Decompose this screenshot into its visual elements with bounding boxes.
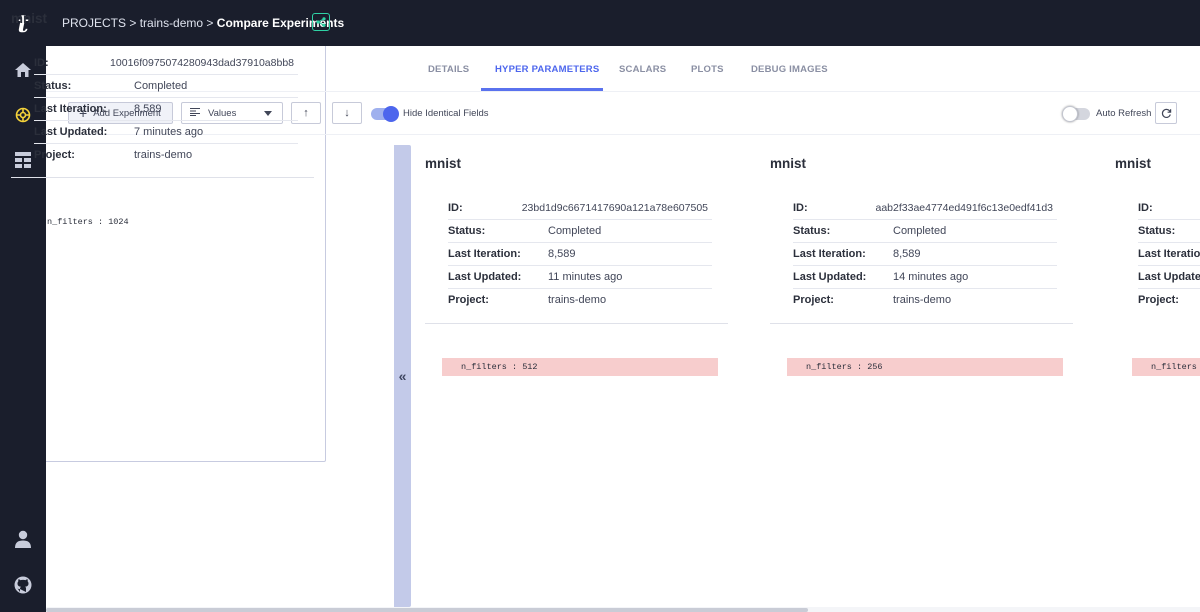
auto-refresh-label: Auto Refresh [1096, 108, 1152, 119]
experiment-title[interactable]: mnist [1115, 156, 1151, 171]
hyperparam-row-diff: n_filters [1132, 358, 1200, 376]
collapse-base-button[interactable]: « [394, 145, 411, 607]
share-icon[interactable] [312, 13, 330, 31]
refresh-button[interactable] [1155, 102, 1177, 124]
hyperparam-row-diff: n_filters : 256 [787, 358, 1063, 376]
experiment-id: 10016f0975074280943dad37910a8bb8 [110, 57, 294, 69]
experiment-id: 23bd1d9c6671417690a121a78e607505 [521, 202, 708, 214]
experiment-title[interactable]: mnist [11, 11, 47, 26]
hyperparam-row-diff: n_filters : 512 [442, 358, 718, 376]
last-iteration-label: Last Iteration: [448, 248, 521, 260]
experiment-card: mnist ID: Status: Last Iteration: Last U… [1115, 135, 1200, 612]
table-icon[interactable] [11, 148, 35, 172]
active-tab-indicator [481, 88, 603, 91]
experiment-last-updated: 11 minutes ago [548, 271, 623, 283]
experiment-project: trains-demo [893, 294, 952, 306]
experiment-info-table: ID: Status: Last Iteration: Last Updated… [1138, 197, 1200, 312]
id-label: ID: [448, 202, 463, 214]
experiment-card: mnist ID: aab2f33ae4774ed491f6c13e0edf41d… [770, 135, 1075, 612]
hyperparam-row: n_filters : 1024 [47, 217, 129, 227]
breadcrumb: PROJECTS > trains-demo > Compare Experim… [62, 16, 344, 30]
project-label: Project: [34, 149, 75, 161]
tab-debug-images[interactable]: DEBUG IMAGES [751, 64, 828, 75]
tab-hyper-parameters[interactable]: HYPER PARAMETERS [495, 64, 599, 75]
arrow-up-icon: ↑ [303, 107, 309, 119]
divider [770, 323, 1073, 324]
status-label: Status: [1138, 225, 1176, 237]
experiment-project: trains-demo [134, 149, 193, 161]
refresh-icon [1161, 108, 1171, 118]
auto-refresh-toggle[interactable] [1062, 106, 1090, 122]
user-icon[interactable] [11, 527, 35, 551]
home-icon[interactable] [11, 58, 35, 82]
project-label: Project: [448, 294, 489, 306]
github-icon[interactable] [11, 573, 35, 597]
experiment-status: Completed [893, 225, 947, 237]
id-label: ID: [1138, 202, 1153, 214]
status-label: Status: [448, 225, 486, 237]
breadcrumb-separator: > [206, 16, 214, 30]
brain-icon[interactable] [11, 103, 35, 127]
last-updated-label: Last Updated: [448, 271, 522, 283]
experiment-info-table: ID: 10016f0975074280943dad37910a8bb8 Stat… [34, 52, 298, 167]
project-label: Project: [1138, 294, 1179, 306]
experiment-last-iteration: 8,589 [548, 248, 576, 260]
hide-identical-label: Hide Identical Fields [403, 108, 489, 119]
arrow-down-icon: ↓ [344, 107, 350, 119]
experiment-info-table: ID: aab2f33ae4774ed491f6c13e0edf41d3 Stat… [793, 197, 1057, 312]
experiment-last-updated: 14 minutes ago [893, 271, 969, 283]
hide-identical-toggle[interactable] [371, 106, 399, 122]
experiment-card: mnist ID: 10016f0975074280943dad37910a8bb… [0, 0, 326, 462]
breadcrumb-separator: > [129, 16, 137, 30]
divider [425, 323, 728, 324]
experiment-last-updated: 7 minutes ago [134, 126, 204, 138]
experiment-status: Completed [548, 225, 602, 237]
top-bar: PROJECTS > trains-demo > Compare Experim… [46, 0, 1200, 46]
last-updated-label: Last Updated: [1138, 271, 1200, 283]
id-label: ID: [793, 202, 808, 214]
status-label: Status: [34, 80, 72, 92]
id-label: ID: [34, 57, 49, 69]
divider [11, 177, 314, 178]
last-updated-label: Last Updated: [34, 126, 108, 138]
tab-scalars[interactable]: SCALARS [619, 64, 666, 75]
last-iteration-label: Last Iteration: [1138, 248, 1200, 260]
experiment-title[interactable]: mnist [425, 156, 461, 171]
experiment-last-iteration: 8,589 [893, 248, 921, 260]
breadcrumb-projects[interactable]: PROJECTS [62, 16, 126, 30]
experiment-card: mnist ID: 23bd1d9c6671417690a121a78e60750… [425, 135, 730, 612]
project-label: Project: [793, 294, 834, 306]
experiment-id: aab2f33ae4774ed491f6c13e0edf41d3 [875, 202, 1053, 214]
horizontal-scrollbar[interactable] [46, 607, 1200, 612]
tab-details[interactable]: DETAILS [428, 64, 469, 75]
status-label: Status: [793, 225, 831, 237]
tab-plots[interactable]: PLOTS [691, 64, 724, 75]
scrollbar-thumb[interactable] [46, 608, 808, 612]
experiment-title[interactable]: mnist [770, 156, 806, 171]
next-diff-button[interactable]: ↓ [332, 102, 362, 124]
last-iteration-label: Last Iteration: [793, 248, 866, 260]
experiment-info-table: ID: 23bd1d9c6671417690a121a78e607505 Stat… [448, 197, 712, 312]
experiment-last-iteration: 8,589 [134, 103, 162, 115]
experiment-status: Completed [134, 80, 188, 92]
last-iteration-label: Last Iteration: [34, 103, 107, 115]
experiment-project: trains-demo [548, 294, 607, 306]
last-updated-label: Last Updated: [793, 271, 867, 283]
breadcrumb-project[interactable]: trains-demo [140, 16, 203, 30]
